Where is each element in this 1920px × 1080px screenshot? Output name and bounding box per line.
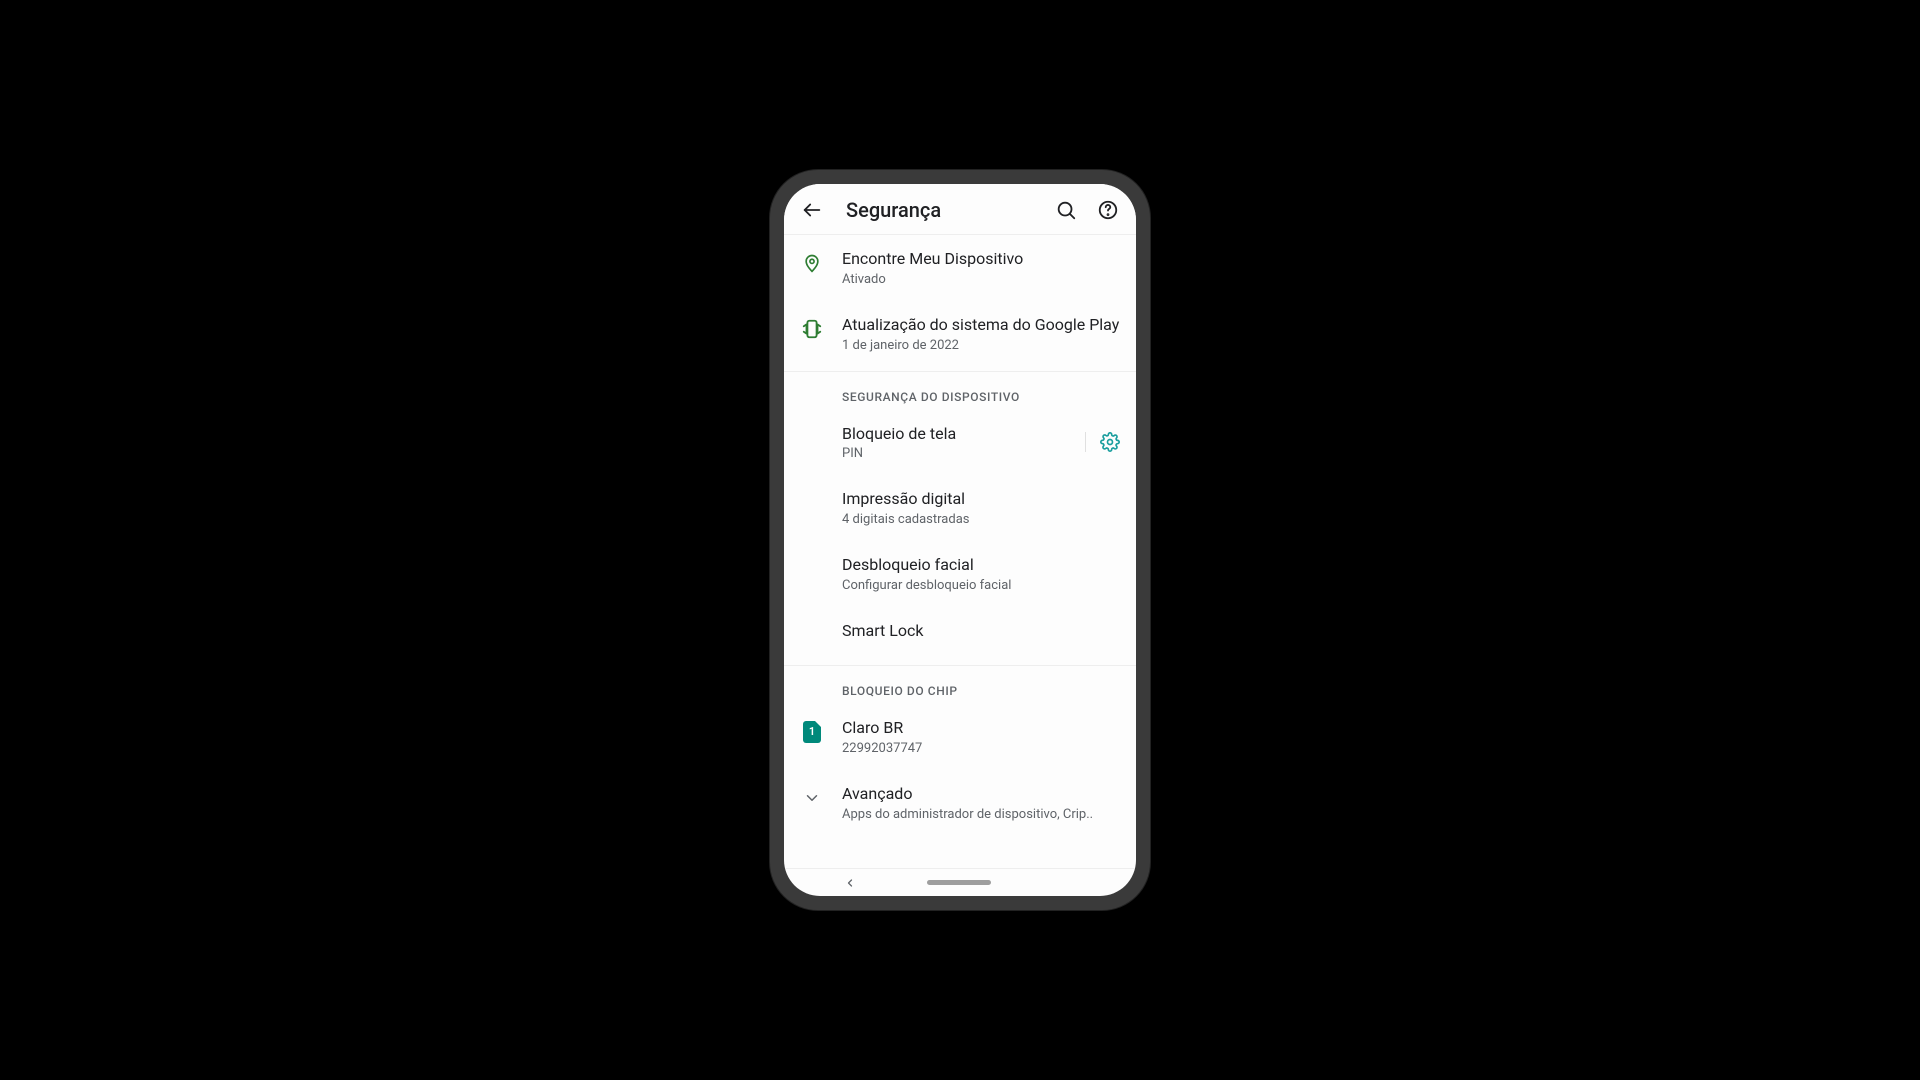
item-title: Atualização do sistema do Google Play [842,315,1120,336]
item-sim-1[interactable]: 1 Claro BR 22992037747 [784,704,1136,770]
item-face-unlock[interactable]: Desbloqueio facial Configurar desbloquei… [784,541,1136,607]
item-title: Bloqueio de tela [842,424,1059,445]
phone-frame: Segurança [770,170,1150,910]
page-title: Segurança [846,198,1036,222]
item-advanced[interactable]: Avançado Apps do administrador de dispos… [784,770,1136,836]
item-subtitle: 4 digitais cadastradas [842,512,1120,527]
item-subtitle: Configurar desbloqueio facial [842,578,1120,593]
item-play-system-update[interactable]: Atualização do sistema do Google Play 1 … [784,301,1136,367]
item-title: Avançado [842,784,1120,805]
chevron-down-icon [800,786,824,810]
item-subtitle: PIN [842,446,1059,461]
item-title: Claro BR [842,718,1120,739]
section-header-sim-lock: BLOQUEIO DO CHIP [784,670,1136,704]
phone-screen: Segurança [784,184,1136,896]
screen-lock-settings-button[interactable] [1085,432,1120,452]
section-header-device-security: SEGURANÇA DO DISPOSITIVO [784,376,1136,410]
search-icon[interactable] [1054,198,1078,222]
divider [784,665,1136,666]
item-title: Desbloqueio facial [842,555,1120,576]
item-title: Smart Lock [842,621,1120,642]
item-title: Impressão digital [842,489,1120,510]
help-icon[interactable] [1096,198,1120,222]
divider [784,371,1136,372]
item-subtitle: 22992037747 [842,741,1120,756]
back-arrow-icon[interactable] [800,198,824,222]
item-subtitle: Apps do administrador de dispositivo, Cr… [842,807,1120,822]
item-screen-lock[interactable]: Bloqueio de tela PIN [784,410,1136,476]
item-smart-lock[interactable]: Smart Lock [784,607,1136,661]
sim-card-icon: 1 [800,720,824,744]
item-fingerprint[interactable]: Impressão digital 4 digitais cadastradas [784,475,1136,541]
item-title: Encontre Meu Dispositivo [842,249,1120,270]
gear-icon [1100,432,1120,452]
settings-list[interactable]: Encontre Meu Dispositivo Ativado Atualiz… [784,235,1136,868]
location-pin-icon [800,251,824,275]
item-subtitle: 1 de janeiro de 2022 [842,338,1120,353]
app-bar: Segurança [784,184,1136,235]
system-update-icon [800,317,824,341]
sim-badge-number: 1 [803,721,821,743]
nav-back-icon[interactable] [844,877,856,889]
nav-home-pill[interactable] [927,880,991,885]
item-find-my-device[interactable]: Encontre Meu Dispositivo Ativado [784,235,1136,301]
system-navbar [784,868,1136,896]
item-subtitle: Ativado [842,272,1120,287]
